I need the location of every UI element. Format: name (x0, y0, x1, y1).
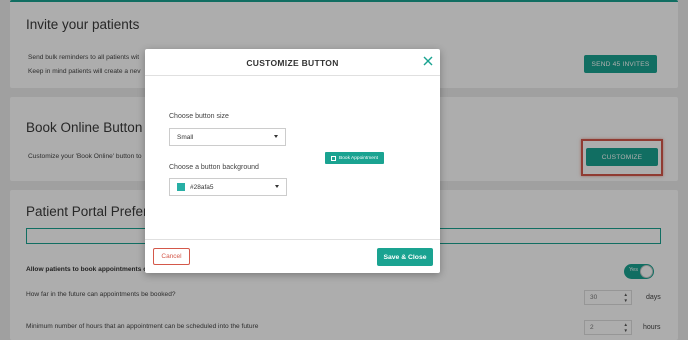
close-icon[interactable] (422, 55, 434, 67)
modal-header: CUSTOMIZE BUTTON (145, 49, 440, 76)
size-label: Choose button size (169, 113, 229, 120)
button-size-select[interactable]: Small (169, 128, 286, 146)
modal-footer-divider (145, 239, 440, 240)
background-value: #28afa5 (190, 183, 214, 191)
preview-label: Book Appointment (339, 155, 378, 161)
modal-title: CUSTOMIZE BUTTON (246, 58, 339, 68)
cancel-button[interactable]: Cancel (153, 248, 190, 265)
caret-down-icon (275, 185, 279, 188)
color-swatch (177, 183, 185, 191)
book-appointment-preview-button[interactable]: Book Appointment (325, 152, 384, 164)
save-close-button[interactable]: Save & Close (377, 248, 433, 266)
customize-button-modal: CUSTOMIZE BUTTON Choose button size Smal… (145, 49, 440, 273)
background-label: Choose a button background (169, 164, 259, 171)
caret-down-icon (274, 135, 278, 138)
size-value: Small (177, 133, 194, 141)
settings-page: Invite your patients Send bulk reminders… (0, 0, 688, 340)
calendar-icon (331, 155, 337, 161)
button-background-select[interactable]: #28afa5 (169, 178, 287, 196)
